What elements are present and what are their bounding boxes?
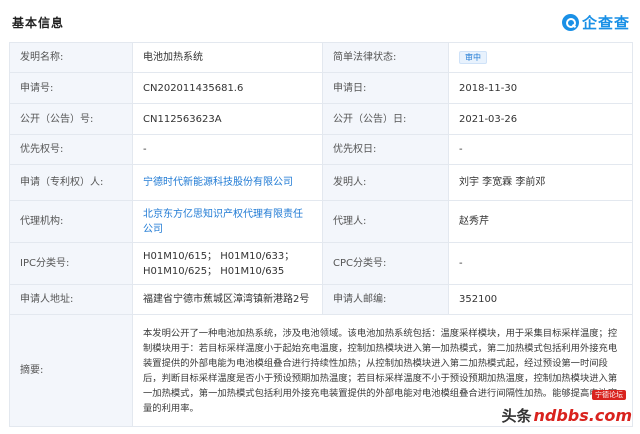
section-header: 基本信息 企查查	[0, 0, 640, 40]
label-legal-status: 简单法律状态:	[322, 42, 449, 73]
section-title: 基本信息	[12, 16, 65, 30]
value-application-date: 2018-11-30	[448, 72, 633, 104]
agency-link[interactable]: 北京东方亿思知识产权代理有限责任公司	[132, 200, 323, 243]
table-row: IPC分类号: H01M10/615； H01M10/633； H01M10/6…	[9, 242, 633, 285]
watermark-prefix: 头条	[501, 406, 532, 425]
label-postcode: 申请人邮编:	[322, 284, 449, 315]
watermark-logo: ndbbs.com	[533, 405, 633, 425]
label-priority-date: 优先权日:	[322, 134, 449, 165]
value-publication-number: CN112563623A	[132, 103, 323, 135]
label-inventor: 发明人:	[322, 164, 449, 201]
watermark-tag: 宁德论坛	[592, 390, 626, 400]
applicant-link[interactable]: 宁德时代新能源科技股份有限公司	[132, 164, 323, 201]
label-ipc: IPC分类号:	[9, 242, 133, 285]
status-badge: 审中	[459, 51, 487, 64]
value-ipc: H01M10/615； H01M10/633； H01M10/625； H01M…	[132, 242, 323, 285]
table-row: 申请人地址: 福建省宁德市蕉城区漳湾镇新港路2号 申请人邮编: 352100	[9, 284, 633, 315]
label-applicant: 申请（专利权）人:	[9, 164, 133, 201]
table-row: 公开（公告）号: CN112563623A 公开（公告）日: 2021-03-2…	[9, 103, 633, 135]
table-row: 申请号: CN202011435681.6 申请日: 2018-11-30	[9, 72, 633, 104]
brand-logo[interactable]: 企查查	[561, 11, 630, 33]
label-application-number: 申请号:	[9, 72, 133, 104]
label-application-date: 申请日:	[322, 72, 449, 104]
table-row: 代理机构: 北京东方亿思知识产权代理有限责任公司 代理人: 赵秀芹	[9, 200, 633, 243]
brand-name: 企查查	[581, 13, 630, 32]
label-applicant-address: 申请人地址:	[9, 284, 133, 315]
value-agent: 赵秀芹	[448, 200, 633, 243]
label-invention-name: 发明名称:	[9, 42, 133, 73]
value-priority-date: -	[448, 134, 633, 165]
value-publication-date: 2021-03-26	[448, 103, 633, 135]
magnifier-logo-icon	[561, 13, 579, 31]
table-row: 申请（专利权）人: 宁德时代新能源科技股份有限公司 发明人: 刘宇 李宽霖 李前…	[9, 164, 633, 201]
table-row: 发明名称: 电池加热系统 简单法律状态: 审中	[9, 42, 633, 73]
value-inventor: 刘宇 李宽霖 李前邓	[448, 164, 633, 201]
label-agent: 代理人:	[322, 200, 449, 243]
value-applicant-address: 福建省宁德市蕉城区漳湾镇新港路2号	[132, 284, 323, 315]
label-cpc: CPC分类号:	[322, 242, 449, 285]
value-legal-status-cell: 审中	[448, 42, 633, 73]
label-publication-number: 公开（公告）号:	[9, 103, 133, 135]
value-postcode: 352100	[448, 284, 633, 315]
value-application-number: CN202011435681.6	[132, 72, 323, 104]
table-row: 优先权号: - 优先权日: -	[9, 134, 633, 165]
value-invention-name: 电池加热系统	[132, 42, 323, 73]
label-agency: 代理机构:	[9, 200, 133, 243]
watermark: 头条 ndbbs.com 宁德论坛	[501, 390, 633, 428]
patent-info-table: 发明名称: 电池加热系统 简单法律状态: 审中 申请号: CN202011435…	[9, 42, 633, 427]
value-priority-number: -	[132, 134, 323, 165]
label-abstract: 摘要:	[9, 314, 133, 427]
label-publication-date: 公开（公告）日:	[322, 103, 449, 135]
label-priority-number: 优先权号:	[9, 134, 133, 165]
value-cpc: -	[448, 242, 633, 285]
